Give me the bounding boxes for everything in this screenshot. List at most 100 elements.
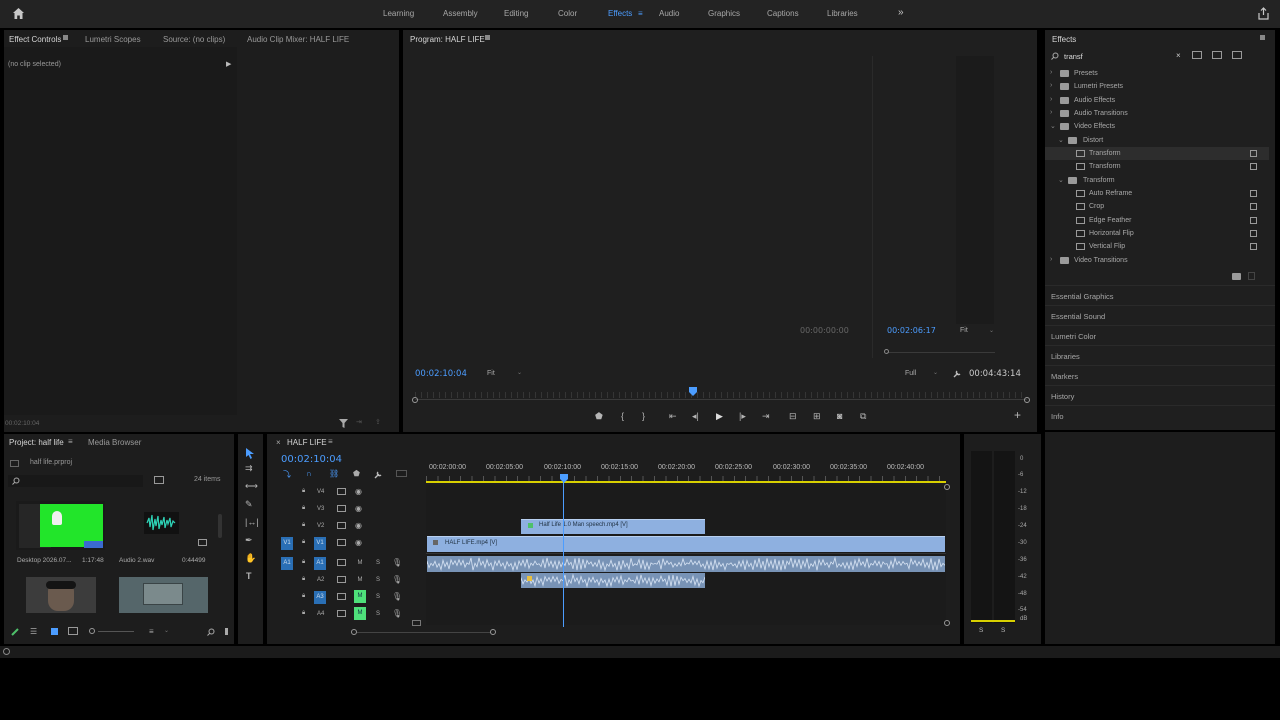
lock-icon[interactable]: 🔒︎ <box>302 576 305 583</box>
program-playhead-timecode[interactable]: 00:02:10:04 <box>415 369 467 379</box>
track-label-v2[interactable]: V2 <box>317 523 324 529</box>
sync-lock-icon[interactable] <box>337 576 346 583</box>
tree-item-edge-feather[interactable]: Edge Feather <box>1045 214 1269 227</box>
lift-icon[interactable]: ⊟ <box>789 412 797 421</box>
work-area-bar[interactable] <box>426 481 946 483</box>
horizontal-zoom-bar[interactable] <box>357 632 491 633</box>
mute-button-a1[interactable]: M <box>354 557 366 570</box>
razor-tool-icon[interactable]: ✎ <box>245 500 253 509</box>
sync-lock-icon[interactable] <box>337 610 346 617</box>
range-start-handle[interactable] <box>412 397 418 403</box>
share-icon[interactable] <box>1257 7 1270 20</box>
step-icon[interactable]: ⇥ <box>356 418 362 426</box>
program-time-ruler[interactable] <box>415 392 1027 398</box>
track-label-a3[interactable]: A3 <box>314 591 326 604</box>
resolution-dropdown[interactable]: Full <box>905 370 916 377</box>
play-icon[interactable]: ▶ <box>716 412 723 421</box>
go-to-out-icon[interactable]: ⇥ <box>762 412 770 421</box>
inner-scrub-bar[interactable] <box>887 352 995 353</box>
tab-audio-clip-mixer[interactable]: Audio Clip Mixer: HALF LIFE <box>247 35 349 44</box>
button-editor-icon[interactable]: + <box>1014 409 1021 421</box>
zoom-slider[interactable] <box>98 631 134 632</box>
track-label-a1[interactable]: A1 <box>314 557 326 570</box>
lock-icon[interactable]: 🔒︎ <box>302 505 305 512</box>
track-label-v1[interactable]: V1 <box>314 537 326 550</box>
selection-tool-icon[interactable] <box>245 448 255 459</box>
tree-item-transform-distort[interactable]: Transform <box>1045 160 1269 173</box>
new-bin-icon[interactable] <box>1232 273 1241 280</box>
tree-item-audio-effects[interactable]: › Audio Effects <box>1045 94 1269 107</box>
panel-history[interactable]: History <box>1051 392 1074 401</box>
export-frame-icon[interactable]: ⇪ <box>375 418 381 426</box>
workspace-audio[interactable]: Audio <box>659 9 679 18</box>
timeline-playhead-timecode[interactable]: 00:02:10:04 <box>281 454 342 465</box>
tree-item-transform-folder[interactable]: ⌄ Transform <box>1045 174 1269 187</box>
tree-item-transform-distort-selected[interactable]: Transform <box>1045 147 1269 160</box>
solo-right-button[interactable]: S <box>1001 627 1005 634</box>
range-end-handle[interactable] <box>1024 397 1030 403</box>
timeline-playhead-handle[interactable] <box>560 474 568 483</box>
clip-v2[interactable]: Half Life 1.0 Man speech.mp4 [V] <box>521 519 705 534</box>
track-scroll-handle[interactable] <box>944 484 950 490</box>
panel-lumetri-color[interactable]: Lumetri Color <box>1051 332 1096 341</box>
tree-item-distort[interactable]: ⌄ Distort <box>1045 134 1269 147</box>
add-marker-icon[interactable]: ⬟ <box>353 469 360 478</box>
mute-button-a4[interactable]: M <box>354 607 366 620</box>
tree-item-video-transitions[interactable]: › Video Transitions <box>1045 254 1269 267</box>
wrench-icon[interactable] <box>953 369 962 378</box>
yuv-effects-icon[interactable] <box>1232 51 1242 59</box>
panel-menu-icon[interactable]: ≡ <box>68 437 73 446</box>
mark-in-icon[interactable]: { <box>621 412 624 421</box>
tab-media-browser[interactable]: Media Browser <box>88 438 141 447</box>
32bit-effects-icon[interactable] <box>1212 51 1222 59</box>
track-scroll-handle[interactable] <box>944 620 950 626</box>
zoom-fit-dropdown[interactable]: Fit <box>487 370 495 377</box>
clip-a1[interactable] <box>426 556 946 572</box>
effects-search-input[interactable]: transf <box>1064 52 1083 61</box>
hand-tool-icon[interactable]: ✋ <box>245 554 256 563</box>
expand-arrow-icon[interactable]: ▶ <box>226 60 231 68</box>
tree-item-crop[interactable]: Crop <box>1045 200 1269 213</box>
tab-project[interactable]: Project: half life <box>9 438 64 447</box>
delete-icon[interactable] <box>1248 272 1255 280</box>
timeline-menu-icon[interactable] <box>412 620 421 626</box>
eye-icon[interactable]: ◉ <box>355 538 362 547</box>
workspace-editing[interactable]: Editing <box>504 9 528 18</box>
project-search-input[interactable] <box>8 475 143 487</box>
microphone-icon[interactable]: 🎙︎ <box>392 558 402 567</box>
tab-source[interactable]: Source: (no clips) <box>163 35 225 44</box>
mark-out-icon[interactable]: } <box>642 412 645 421</box>
new-search-bin-icon[interactable] <box>154 476 164 484</box>
captions-icon[interactable] <box>396 470 407 477</box>
step-back-icon[interactable]: ◂| <box>692 412 699 421</box>
lock-icon[interactable]: 🔒︎ <box>302 488 305 495</box>
tab-effect-controls[interactable]: Effect Controls <box>9 35 61 44</box>
sync-lock-icon[interactable] <box>337 593 346 600</box>
workspace-effects[interactable]: Effects <box>608 9 632 18</box>
workspace-libraries[interactable]: Libraries <box>827 9 858 18</box>
home-icon[interactable] <box>12 7 25 20</box>
program-playhead[interactable] <box>689 387 697 396</box>
slip-tool-icon[interactable]: |↔| <box>245 518 259 527</box>
solo-button-a1[interactable]: S <box>372 557 384 570</box>
thumbnail-corridor[interactable] <box>119 577 208 613</box>
tree-item-lumetri-presets[interactable]: › Lumetri Presets <box>1045 80 1269 93</box>
add-marker-icon[interactable]: ⬟ <box>595 412 603 421</box>
sort-icon[interactable]: ≡ <box>149 627 154 636</box>
panel-menu-icon[interactable]: ≡ <box>328 437 333 446</box>
solo-button-a4[interactable]: S <box>372 608 384 621</box>
mute-button-a2[interactable]: M <box>354 574 366 587</box>
step-forward-icon[interactable]: |▸ <box>739 412 746 421</box>
export-frame-icon[interactable]: ◙ <box>837 412 842 421</box>
solo-left-button[interactable]: S <box>979 627 983 634</box>
filter-icon[interactable] <box>339 419 348 428</box>
tree-item-audio-transitions[interactable]: › Audio Transitions <box>1045 107 1269 120</box>
clear-search-icon[interactable]: × <box>1176 51 1181 60</box>
wrench-icon[interactable] <box>374 470 383 479</box>
sync-lock-icon[interactable] <box>337 559 346 566</box>
inner-fit-dropdown[interactable]: Fit <box>960 327 968 334</box>
track-label-v3[interactable]: V3 <box>317 506 324 512</box>
eye-icon[interactable]: ◉ <box>355 487 362 496</box>
panel-menu-icon[interactable] <box>63 35 68 40</box>
thumbnail-face[interactable] <box>26 577 96 613</box>
